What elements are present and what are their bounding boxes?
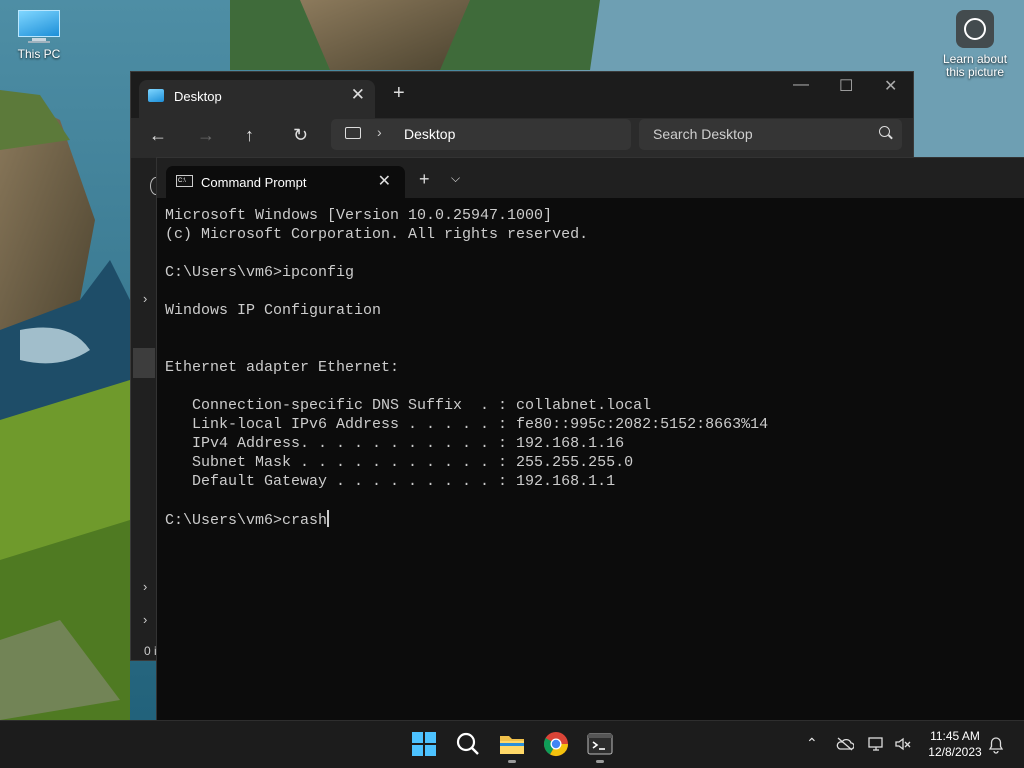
- console-line: Microsoft Windows [Version 10.0.25947.10…: [165, 207, 553, 224]
- monitor-icon: [18, 10, 60, 44]
- back-arrow-icon[interactable]: ←: [149, 125, 167, 146]
- close-tab-icon[interactable]: ✕: [378, 171, 391, 191]
- prompt-path: C:\Users\vm6>: [165, 512, 283, 529]
- terminal-tab-strip[interactable]: C:\ Command Prompt ✕ + ⌵: [157, 158, 1024, 198]
- onedrive-cloud-icon[interactable]: [836, 737, 854, 751]
- this-pc-desktop-icon[interactable]: This PC: [10, 10, 68, 61]
- new-tab-icon[interactable]: +: [393, 82, 405, 105]
- console-line: IPv4 Address. . . . . . . . . . . : 192.…: [165, 435, 625, 452]
- spotlight-icon: [956, 10, 994, 48]
- clock-date: 12/8/2023: [928, 745, 982, 759]
- explorer-titlebar[interactable]: Desktop ✕ + — ☐ ✕: [131, 72, 913, 118]
- taskbar: ⌃ 11:45 AM 12/8/2023: [0, 720, 1024, 768]
- up-arrow-icon[interactable]: ↑: [245, 125, 254, 146]
- console-line: Windows IP Configuration: [165, 302, 382, 319]
- close-window-icon[interactable]: ✕: [884, 76, 897, 96]
- console-line: Default Gateway . . . . . . . . . : 192.…: [165, 473, 616, 490]
- search-button[interactable]: [453, 729, 483, 759]
- tab-command-prompt[interactable]: C:\ Command Prompt ✕: [166, 166, 405, 198]
- start-button[interactable]: [409, 729, 439, 759]
- console-line: Ethernet adapter Ethernet:: [165, 359, 400, 376]
- running-indicator: [508, 760, 516, 763]
- search-icon: [879, 126, 890, 137]
- learn-about-picture-label: Learn about this picture: [942, 52, 1008, 79]
- console-line: (c) Microsoft Corporation. All rights re…: [165, 226, 589, 243]
- close-tab-icon[interactable]: ✕: [351, 85, 365, 105]
- new-tab-icon[interactable]: +: [419, 169, 430, 190]
- minimize-icon[interactable]: —: [793, 76, 809, 94]
- command-prompt-icon: C:\: [176, 175, 193, 187]
- chevron-right-icon[interactable]: ›: [143, 291, 147, 306]
- command-input[interactable]: crash: [282, 512, 327, 529]
- network-icon[interactable]: [868, 736, 886, 752]
- console-line: Connection-specific DNS Suffix . : colla…: [165, 397, 652, 414]
- clock-time: 11:45 AM: [930, 729, 980, 743]
- prompt-line[interactable]: C:\Users\vm6>crash: [165, 510, 1015, 530]
- windows-logo-icon: [412, 732, 436, 756]
- this-pc-icon: [345, 127, 361, 139]
- console-output[interactable]: Microsoft Windows [Version 10.0.25947.10…: [165, 206, 1015, 706]
- terminal-tab-title: Command Prompt: [201, 175, 307, 190]
- file-explorer-taskbar-button[interactable]: [497, 729, 527, 763]
- running-indicator: [596, 760, 604, 763]
- console-line: Link-local IPv6 Address . . . . . : fe80…: [165, 416, 769, 433]
- search-box[interactable]: Search Desktop: [639, 119, 902, 150]
- console-line: Subnet Mask . . . . . . . . . . . : 255.…: [165, 454, 634, 471]
- learn-about-picture-desktop-icon[interactable]: Learn about this picture: [934, 10, 1016, 79]
- this-pc-label: This PC: [17, 47, 61, 61]
- chevron-right-icon[interactable]: ›: [377, 124, 382, 140]
- system-clock[interactable]: 11:45 AM 12/8/2023: [922, 728, 988, 760]
- forward-arrow-icon[interactable]: →: [197, 125, 215, 146]
- console-line: C:\Users\vm6>ipconfig: [165, 264, 355, 281]
- explorer-tab-title: Desktop: [174, 89, 222, 104]
- search-icon: [456, 732, 479, 755]
- address-current-folder[interactable]: Desktop: [404, 126, 455, 142]
- search-input[interactable]: Search Desktop: [653, 126, 753, 142]
- refresh-icon[interactable]: ↻: [293, 125, 308, 146]
- explorer-address-row: ← → ↑ ↻ › Desktop Search Desktop: [131, 118, 913, 158]
- terminal-taskbar-button[interactable]: [585, 729, 615, 763]
- chevron-down-icon[interactable]: ⌵: [451, 171, 460, 186]
- folder-icon: [500, 736, 524, 754]
- desktop-folder-icon: [148, 89, 164, 102]
- explorer-tab-desktop[interactable]: Desktop ✕: [139, 80, 375, 118]
- terminal-icon: [587, 733, 613, 755]
- status-bar-text: 0 i: [144, 644, 157, 658]
- chevron-right-icon[interactable]: ›: [143, 579, 147, 594]
- chevron-up-icon[interactable]: ⌃: [806, 735, 818, 752]
- selected-nav-item[interactable]: [133, 348, 155, 378]
- notification-bell-icon[interactable]: [988, 736, 1004, 754]
- chevron-right-icon[interactable]: ›: [143, 612, 147, 627]
- maximize-icon[interactable]: ☐: [839, 76, 853, 96]
- volume-muted-icon[interactable]: [894, 736, 912, 752]
- chrome-taskbar-button[interactable]: [541, 729, 571, 759]
- address-bar[interactable]: › Desktop: [331, 119, 631, 150]
- text-cursor: [327, 510, 329, 527]
- chrome-icon: [543, 732, 568, 757]
- terminal-window[interactable]: C:\ Command Prompt ✕ + ⌵ Microsoft Windo…: [156, 157, 1024, 722]
